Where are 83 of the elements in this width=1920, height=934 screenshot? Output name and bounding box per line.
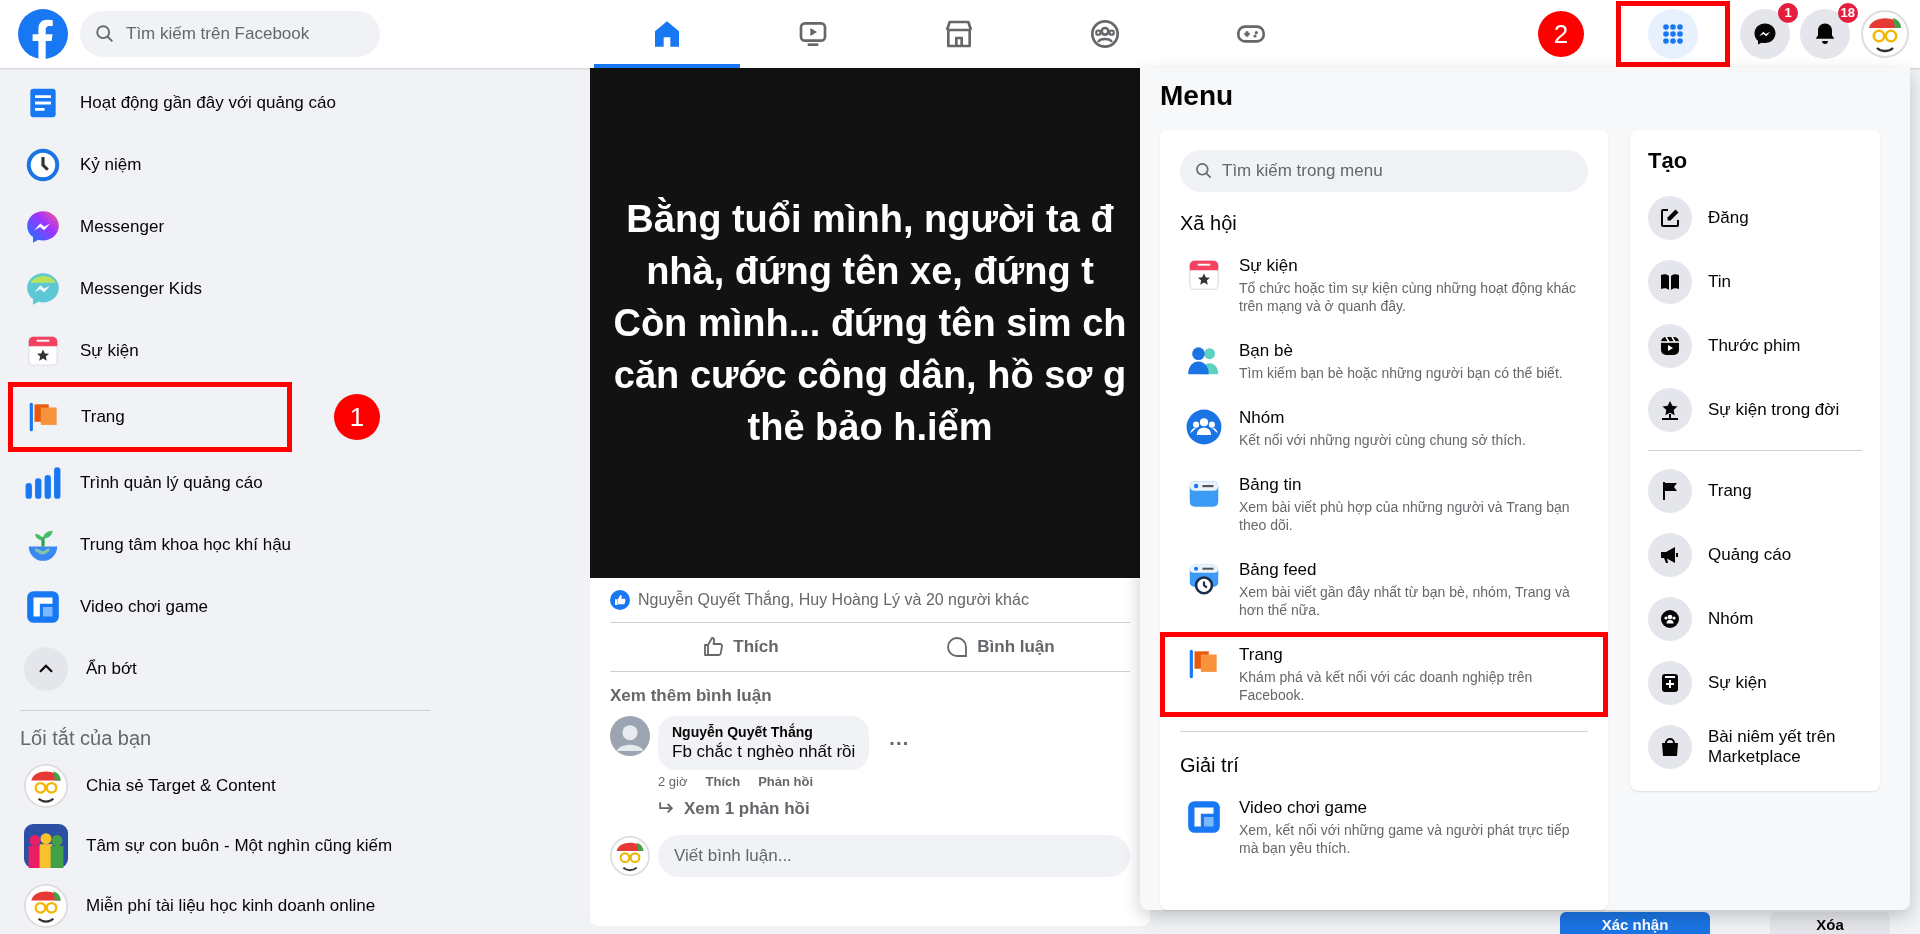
create-item[interactable]: Tin [1648, 250, 1862, 314]
create-item[interactable]: Đăng [1648, 186, 1862, 250]
step-number: 1 [334, 394, 380, 440]
people-icon [1089, 18, 1121, 50]
shortcut-item[interactable]: Chia sẻ Target & Content [8, 756, 568, 816]
group-icon [1185, 408, 1223, 446]
sidebar-item[interactable]: Kỷ niệm [8, 134, 428, 196]
create-item[interactable]: Trang [1648, 459, 1862, 523]
create-item[interactable]: Bài niêm yết trên Marketplace [1648, 715, 1862, 779]
step-number: 2 [1538, 11, 1584, 57]
edit-icon [1658, 206, 1682, 230]
comment-action-link[interactable]: Phản hồi [758, 774, 814, 789]
create-item[interactable]: Quảng cáo [1648, 523, 1862, 587]
avatar-icon [24, 884, 68, 928]
sidebar-item[interactable]: Trang [8, 382, 292, 452]
toolbar-button[interactable] [1740, 9, 1790, 59]
like-badge-icon [610, 590, 630, 610]
group-icon [1658, 607, 1682, 631]
avatar-icon [1861, 10, 1909, 58]
highlighted-menu-button[interactable] [1616, 1, 1730, 67]
create-title: Tạo [1648, 148, 1689, 174]
more-comments-link[interactable]: Xem thêm bình luận [590, 672, 792, 712]
comment-time: 2 giờ [658, 774, 688, 789]
bar-chart-icon [24, 464, 62, 502]
menu-item[interactable]: Sự kiện Tổ chức hoặc tìm sự kiện cùng những hoạt động khác trên mạng và ở quanh đây. [1160, 243, 1608, 328]
comment-icon [945, 635, 970, 659]
sidebar-item[interactable]: Trình quản lý quảng cáo [8, 452, 428, 514]
person-avatar-icon [610, 716, 650, 756]
create-item[interactable]: Thước phim [1648, 314, 1862, 378]
messenger-icon [24, 208, 62, 246]
sidebar-item[interactable]: Sự kiện [8, 320, 428, 382]
notification-badge: 1 [1778, 3, 1798, 23]
section-heading: Lối tắt của bạn [19, 726, 153, 751]
confirm-button[interactable]: Xác nhận [1560, 912, 1710, 934]
avatar-icon [610, 836, 650, 876]
avatar-icon [24, 764, 68, 808]
thumbs-up-icon [701, 635, 726, 659]
comment-field[interactable]: Viết bình luận... [658, 835, 1130, 877]
sidebar-item[interactable]: Ẩn bớt [8, 638, 428, 700]
view-replies-link[interactable]: Xem 1 phản hồi [590, 789, 810, 819]
image-text: thẻ bảo h.iểm [747, 405, 993, 450]
reels-icon [1658, 334, 1682, 358]
sidebar-item[interactable]: Video chơi game [8, 576, 428, 638]
more-options-button[interactable]: ··· [877, 731, 922, 755]
comment-text: Fb chắc t nghèo nhất rồi [672, 742, 856, 762]
menu-section-heading: Xã hội [1179, 211, 1238, 236]
menu-item[interactable]: Bạn bè Tìm kiếm bạn bè hoặc những người bạn có thể biết. [1160, 328, 1608, 395]
post-action-button[interactable]: Bình luận [870, 623, 1130, 671]
sidebar-item[interactable]: Messenger Kids [8, 258, 428, 320]
image-text: Bằng tuổi mình, người ta đ [626, 196, 1114, 242]
chat-bubble-icon [24, 270, 62, 308]
menu-item[interactable]: Bảng tin Xem bài viết phù hợp của những người và Trang bạn theo dõi. [1160, 462, 1608, 547]
shortcut-item[interactable]: Tâm sự con buôn - Một nghìn cũng kiếm [8, 816, 568, 876]
store-icon [943, 18, 975, 50]
menu-item[interactable]: Bảng feed Xem bài viết gần đây nhất từ bạn bè, nhóm, Trang và hơn thế nữa. [1160, 547, 1608, 632]
sidebar-item[interactable]: Trung tâm khoa học khí hậu [8, 514, 428, 576]
create-item[interactable]: Nhóm [1648, 587, 1862, 651]
delete-button[interactable]: Xóa [1770, 912, 1890, 934]
group-avatar-icon [24, 824, 68, 868]
image-text: căn cước công dân, hồ sơ g [613, 353, 1127, 398]
menu-item[interactable]: Trang Khám phá và kết nối với các doanh nghiệp trên Facebook. [1160, 632, 1608, 717]
create-item[interactable]: Sự kiện [1648, 651, 1862, 715]
image-text: Còn mình... đứng tên sim ch [613, 301, 1127, 346]
image-text: nhà, đứng tên xe, đứng t [646, 249, 1094, 294]
menu-title: Menu [1160, 80, 1235, 112]
sidebar-item[interactable]: Hoạt động gần đây với quảng cáo [8, 72, 428, 134]
notification-badge: 18 [1837, 3, 1858, 23]
facebook-logo-icon [18, 9, 68, 59]
menu-search-field[interactable]: Tìm kiếm trong menu [1180, 150, 1588, 192]
post-action-button[interactable]: Thích [610, 623, 870, 671]
search-field[interactable]: Tìm kiếm trên Facebook [80, 11, 380, 57]
gaming-app-icon [1185, 798, 1223, 836]
comment-author[interactable]: Nguyễn Quyết Thắng [672, 724, 856, 740]
sidebar-item[interactable]: Messenger [8, 196, 428, 258]
reactions-text[interactable]: Nguyễn Quyết Thắng, Huy Hoàng Lý và 20 người khác [638, 591, 1029, 609]
shortcut-item[interactable]: Miễn phí tài liệu học kinh doanh online [8, 876, 568, 934]
menu-item[interactable]: Nhóm Kết nối với những người cùng chung sở thích. [1160, 395, 1608, 462]
clock-icon [24, 146, 62, 184]
menu-item[interactable]: Video chơi game Xem, kết nối với những game và người phát trực tiếp mà bạn yêu thích. [1160, 785, 1608, 870]
menu-section-heading: Giải trí [1179, 753, 1240, 778]
comment-action-link[interactable]: Thích [705, 774, 741, 789]
gaming-app-icon [24, 588, 62, 626]
create-item[interactable]: Sự kiện trong đời [1648, 378, 1862, 442]
